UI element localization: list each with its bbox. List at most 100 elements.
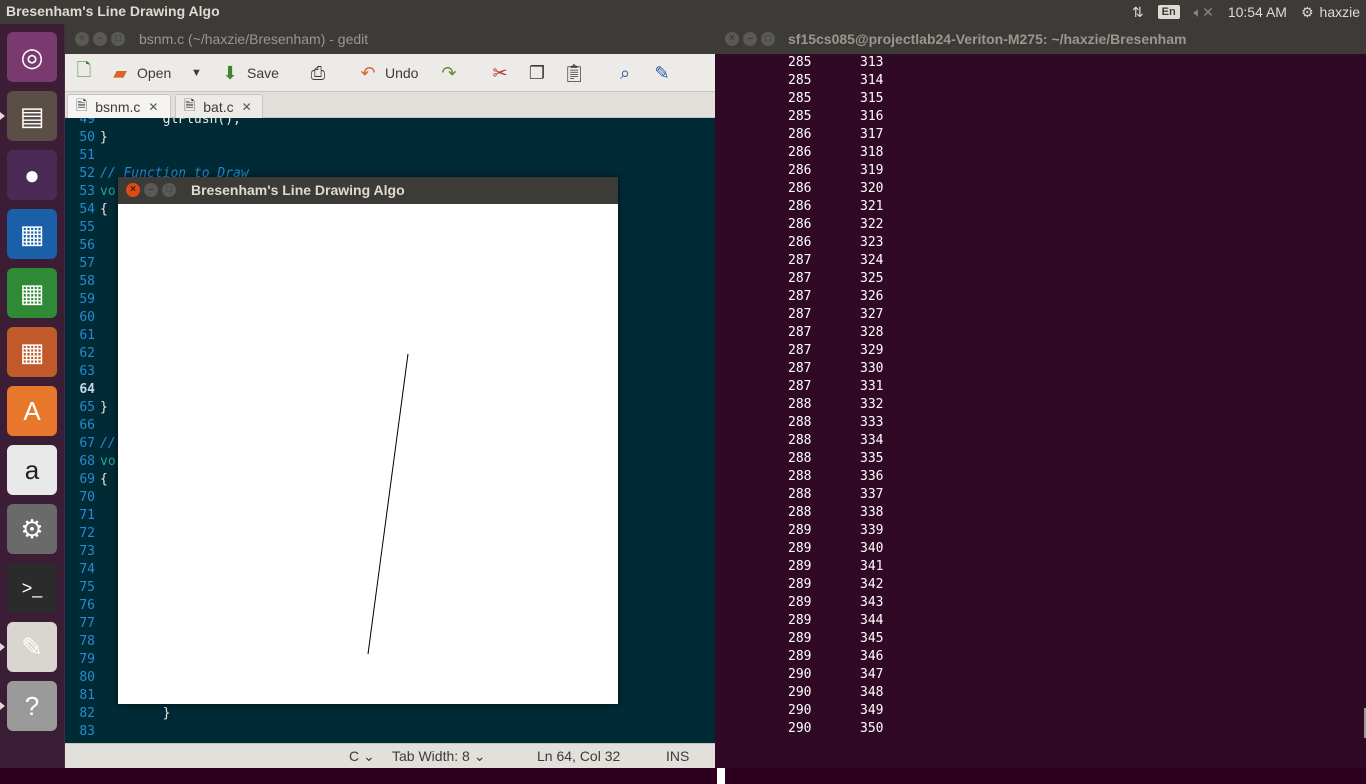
code-line[interactable]: 68 vo [65,453,115,471]
new-document-button[interactable]: 🗋︎ [73,60,95,86]
x-value: 287 [788,307,812,322]
x-value: 289 [788,631,812,646]
line-number: 72 [79,526,95,541]
tab-close-icon[interactable]: ✕ [242,100,252,114]
open-recent-dropdown[interactable]: ▼ [191,60,202,86]
help-icon[interactable]: ? [0,681,57,731]
code-line[interactable]: 70 [65,489,100,507]
firefox-icon[interactable]: ● [7,150,57,200]
gl-close-button[interactable]: × [126,183,140,197]
code-line[interactable]: 82 } [65,705,170,723]
gl-canvas [118,204,618,704]
code-line[interactable]: 54 { [65,201,107,219]
x-value: 287 [788,325,812,340]
code-line[interactable]: 60 [65,309,100,327]
keyboard-layout-indicator[interactable]: En [1157,5,1180,19]
writer-icon[interactable]: ▦ [7,209,57,259]
network-icon[interactable]: ⇅ [1132,4,1144,21]
terminal-icon[interactable]: >_ [7,563,57,613]
gl-maximize-button[interactable]: □ [162,183,176,197]
tab-bsnm-c[interactable]: 🗎︎ bsnm.c ✕ [67,94,171,118]
print-button[interactable]: ⎙ [307,60,329,86]
line-number: 77 [79,616,95,631]
terminal-maximize-button[interactable]: □ [761,32,775,46]
find-replace-button[interactable]: ✎ [651,60,673,86]
terminal-minimize-button[interactable]: – [743,32,757,46]
save-button[interactable]: ⬇ Save [219,60,278,86]
code-line[interactable]: 78 [65,633,100,651]
tab-close-icon[interactable]: ✕ [148,100,158,114]
cut-button[interactable]: ✂ [489,60,511,86]
copy-button[interactable]: ❐ [526,60,548,86]
tab-bat-c[interactable]: 🗎︎ bat.c ✕ [175,94,263,118]
undo-button[interactable]: ↶ Undo [357,60,418,86]
code-line[interactable]: 69 { [65,471,107,489]
code-line[interactable]: 53 vo [65,183,115,201]
code-line[interactable]: 64 [65,381,100,399]
open-button[interactable]: ▰ Open [109,60,171,86]
code-line[interactable]: 83 [65,723,100,741]
code-line[interactable]: 74 [65,561,100,579]
terminal-titlebar[interactable]: × – □ sf15cs085@projectlab24-Veriton-M27… [715,24,1366,54]
code-line[interactable]: 50} [65,129,107,147]
code-line[interactable]: 65} [65,399,108,417]
text-editor-icon[interactable]: ✎ [0,622,57,672]
calc-icon[interactable]: ▦ [7,268,57,318]
code-line[interactable]: 72 [65,525,100,543]
clock[interactable]: 10:54 AM [1228,4,1287,20]
find-button[interactable]: ⌕ [614,60,636,86]
code-line[interactable]: 55 [65,219,100,237]
code-line[interactable]: 62 [65,345,100,363]
gl-minimize-button[interactable]: – [144,183,158,197]
code-line[interactable]: 61 [65,327,100,345]
software-center-icon[interactable]: A [7,386,57,436]
gedit-close-button[interactable]: × [75,32,89,46]
gl-titlebar[interactable]: × – □ Bresenham's Line Drawing Algo [118,177,618,204]
system-settings-icon[interactable]: ⚙ [7,504,57,554]
code-line[interactable]: 56 [65,237,100,255]
terminal-output[interactable]: 285 313 285 314 285 315 285 316 286 317 286 318 286 3… [715,54,1366,784]
tab-width-selector[interactable]: Tab Width: 8 ⌄ [392,748,485,765]
code-line[interactable]: 79 [65,651,100,669]
session-gear-icon[interactable]: ⚙ [1301,4,1314,21]
user-name[interactable]: haxzie [1320,4,1360,20]
code-line[interactable]: 58 [65,273,100,291]
x-value: 288 [788,505,812,520]
code-line[interactable]: 77 [65,615,100,633]
redo-button[interactable]: ↷ [438,60,460,86]
code-line[interactable]: 71 [65,507,100,525]
paste-button[interactable]: 📋︎ [563,60,586,86]
code-line[interactable]: 59 [65,291,100,309]
code-line[interactable]: 51 [65,147,100,165]
gedit-minimize-button[interactable]: – [93,32,107,46]
y-value: 335 [860,451,884,466]
code-text: } [100,400,108,415]
terminal-window: × – □ sf15cs085@projectlab24-Veriton-M27… [715,24,1366,784]
x-value: 289 [788,523,812,538]
insert-mode: INS [666,748,690,764]
code-line[interactable]: 49 glFlush(); [65,118,241,129]
files-icon[interactable]: ▤ [0,91,57,141]
line-number: 73 [79,544,95,559]
code-line[interactable]: 57 [65,255,100,273]
code-line[interactable]: 73 [65,543,100,561]
code-line[interactable]: 75 [65,579,100,597]
impress-icon[interactable]: ▦ [7,327,57,377]
gedit-maximize-button[interactable]: □ [111,32,125,46]
gedit-titlebar[interactable]: × – □ bsnm.c (~/haxzie/Bresenham) - gedi… [65,24,715,54]
code-line[interactable]: 63 [65,363,100,381]
code-line[interactable]: 66 [65,417,100,435]
volume-muted-icon[interactable]: 🔈︎✕ [1194,4,1214,21]
ubuntu-dash-icon[interactable]: ◎ [7,32,57,82]
code-line[interactable]: 76 [65,597,100,615]
code-line[interactable]: 81 [65,687,100,705]
code-line[interactable]: 80 [65,669,100,687]
amazon-icon[interactable]: a [7,445,57,495]
code-line[interactable]: 67 // [65,435,115,453]
running-indicator [0,702,5,710]
language-selector[interactable]: C ⌄ [349,748,375,765]
terminal-close-button[interactable]: × [725,32,739,46]
